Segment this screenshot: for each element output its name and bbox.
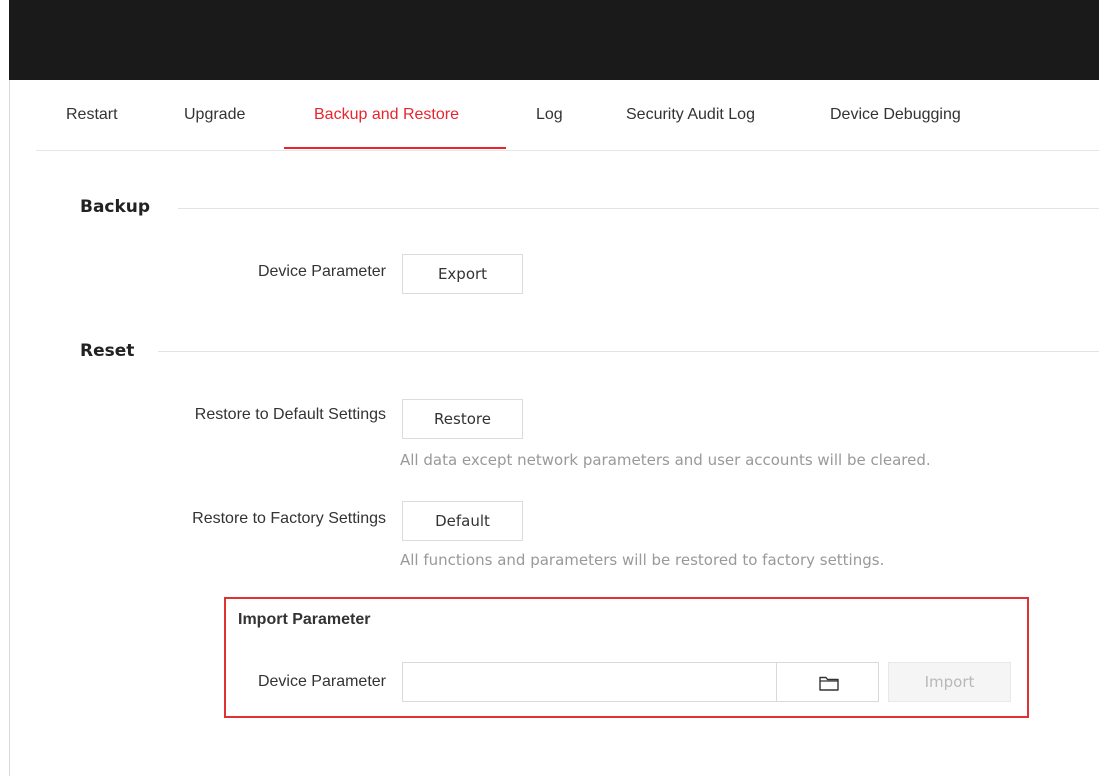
tab-device-debugging[interactable]: Device Debugging [830, 80, 961, 150]
tab-backup-and-restore[interactable]: Backup and Restore [314, 80, 459, 150]
browse-file-button[interactable] [776, 662, 879, 702]
reset-section-title: Reset [80, 341, 135, 361]
tab-restart[interactable]: Restart [66, 80, 118, 150]
restore-button[interactable]: Restore [402, 399, 523, 439]
backup-section-title: Backup [80, 197, 151, 217]
backup-device-parameter-label: Device Parameter [257, 263, 386, 280]
restore-factory-label: Restore to Factory Settings [192, 510, 386, 527]
backup-section-divider [178, 208, 1099, 209]
restore-hint: All data except network parameters and u… [400, 451, 931, 469]
reset-section-divider [158, 351, 1099, 352]
export-button[interactable]: Export [402, 254, 523, 294]
import-device-parameter-label: Device Parameter [257, 673, 386, 690]
tab-upgrade[interactable]: Upgrade [184, 80, 245, 150]
restore-default-label: Restore to Default Settings [194, 406, 386, 423]
default-hint: All functions and parameters will be res… [400, 551, 885, 569]
import-parameter-title: Import Parameter [238, 611, 371, 628]
import-file-path-input[interactable] [402, 662, 777, 702]
window-left-border [0, 0, 10, 776]
tab-log[interactable]: Log [536, 80, 563, 150]
import-button[interactable]: Import [888, 662, 1011, 702]
active-tab-indicator [284, 147, 506, 149]
tab-security-audit-log[interactable]: Security Audit Log [626, 80, 755, 150]
tab-bar: Restart Upgrade Backup and Restore Log S… [36, 80, 1099, 151]
folder-icon [819, 676, 839, 691]
top-bar [9, 0, 1099, 80]
default-button[interactable]: Default [402, 501, 523, 541]
